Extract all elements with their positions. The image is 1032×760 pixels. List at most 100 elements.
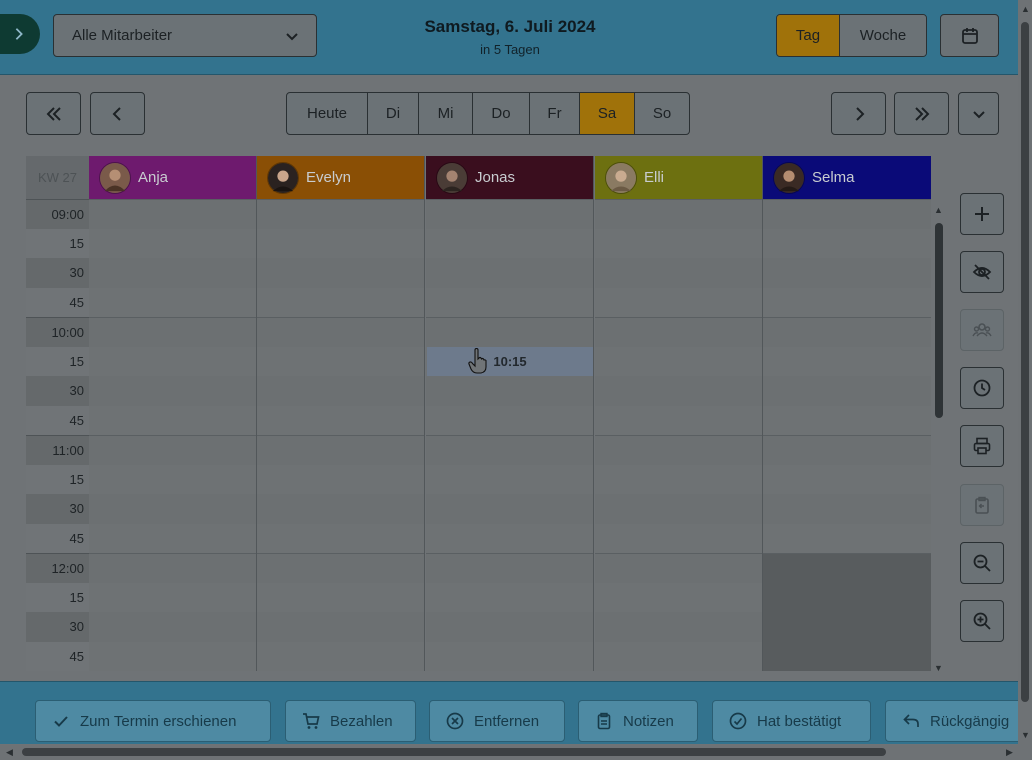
prev-day-button[interactable] <box>90 92 145 135</box>
notes-button[interactable]: Notizen <box>578 700 698 742</box>
pay-label: Bezahlen <box>330 712 393 730</box>
undo-label: Rückgängig <box>930 712 1010 730</box>
tab-heute[interactable]: Heute <box>287 93 368 134</box>
staff-header-jonas[interactable]: Jonas <box>426 156 594 199</box>
staff-column-anja[interactable] <box>89 199 257 671</box>
notes-label: Notizen <box>623 712 674 730</box>
undo-button[interactable]: Rückgängig <box>885 700 1018 742</box>
chevron-down-icon <box>286 32 298 40</box>
tab-do[interactable]: Do <box>473 93 530 134</box>
group-button[interactable] <box>960 309 1004 351</box>
staff-column-jonas[interactable] <box>426 199 594 671</box>
window-vscroll-thumb[interactable] <box>1021 22 1029 702</box>
calendar-icon <box>961 27 978 44</box>
date-subtitle: in 5 Tagen <box>480 42 540 57</box>
scroll-left-icon[interactable]: ◀ <box>6 747 13 758</box>
zoom-out-icon <box>973 554 991 572</box>
cart-icon <box>303 713 320 729</box>
day-tabs: Heute Di Mi Do Fr Sa So <box>286 92 690 135</box>
next-week-button[interactable] <box>894 92 949 135</box>
zoom-out-button[interactable] <box>960 542 1004 584</box>
confirmed-label: Hat bestätigt <box>757 712 842 730</box>
chevron-right-icon <box>855 106 864 121</box>
check-icon <box>54 716 68 727</box>
check-circle-icon <box>729 712 747 730</box>
staff-column-evelyn[interactable] <box>257 199 425 671</box>
hover-slot-indicator[interactable]: 10:15 <box>427 347 593 376</box>
pay-button[interactable]: Bezahlen <box>285 700 416 742</box>
tab-fr[interactable]: Fr <box>530 93 580 134</box>
clipboard-icon <box>597 712 611 730</box>
view-week-button[interactable]: Woche <box>840 15 926 56</box>
staff-header-anja[interactable]: Anja <box>89 156 257 199</box>
time-label: 11:00 <box>26 435 89 465</box>
zoom-in-icon <box>973 612 991 630</box>
scroll-down-icon[interactable]: ▼ <box>934 663 943 673</box>
staff-name: Anja <box>138 169 169 186</box>
scroll-down-icon[interactable]: ▼ <box>1021 730 1030 740</box>
staff-header-selma[interactable]: Selma <box>763 156 931 199</box>
view-day-button[interactable]: Tag <box>777 15 840 56</box>
scroll-right-icon[interactable]: ▶ <box>1006 747 1013 758</box>
avatar <box>99 161 131 194</box>
scroll-up-icon[interactable]: ▲ <box>934 205 943 215</box>
printer-icon <box>973 437 991 455</box>
chevron-down-icon <box>972 110 985 118</box>
avatar <box>267 161 299 194</box>
users-icon <box>972 323 992 337</box>
staff-select[interactable]: Alle Mitarbeiter <box>53 14 317 57</box>
time-button[interactable] <box>960 367 1004 409</box>
staff-column-selma[interactable] <box>763 199 931 671</box>
appeared-label: Zum Termin erschienen <box>80 712 237 730</box>
window-horizontal-scrollbar[interactable]: ◀ ▶ <box>0 745 1032 760</box>
tab-mi[interactable]: Mi <box>419 93 473 134</box>
hand-cursor-icon <box>468 348 487 374</box>
print-button[interactable] <box>960 425 1004 467</box>
remove-button[interactable]: Entfernen <box>429 700 565 742</box>
staff-header-evelyn[interactable]: Evelyn <box>257 156 425 199</box>
chevron-right-icon <box>15 28 23 40</box>
toggle-visibility-button[interactable] <box>960 251 1004 293</box>
sidebar-expand-button[interactable] <box>0 14 40 54</box>
x-circle-icon <box>446 712 464 730</box>
time-label: 10:00 <box>26 317 89 347</box>
time-label: 30 <box>26 258 89 288</box>
staff-select-value: Alle Mitarbeiter <box>72 27 173 44</box>
zoom-in-button[interactable] <box>960 600 1004 642</box>
grid-scrollbar[interactable]: ▲ ▼ <box>933 205 945 675</box>
time-label: 15 <box>26 228 89 258</box>
paste-button[interactable] <box>960 484 1004 526</box>
time-label: 45 <box>26 523 89 553</box>
more-options-button[interactable] <box>958 92 999 135</box>
eye-off-icon <box>972 264 992 280</box>
staff-column-elli[interactable] <box>595 199 763 671</box>
calendar-grid: KW 27 Anja Evelyn Jonas Elli Selma 09:00… <box>26 156 931 680</box>
time-column: 09:00 15 30 45 10:00 15 30 45 11:00 15 3… <box>26 199 89 671</box>
double-chevron-left-icon <box>46 106 61 121</box>
confirmed-button[interactable]: Hat bestätigt <box>712 700 871 742</box>
prev-week-button[interactable] <box>26 92 81 135</box>
time-label: 12:00 <box>26 553 89 583</box>
add-appointment-button[interactable] <box>960 193 1004 235</box>
time-label: 15 <box>26 346 89 376</box>
time-label: 30 <box>26 612 89 642</box>
action-footer: Zum Termin erschienen Bezahlen Entfernen… <box>0 681 1018 744</box>
appeared-button[interactable]: Zum Termin erschienen <box>35 700 271 742</box>
staff-name: Selma <box>812 169 855 186</box>
grid-scrollbar-thumb[interactable] <box>935 223 943 418</box>
window-vertical-scrollbar[interactable]: ▲ ▼ <box>1018 0 1032 745</box>
tab-so[interactable]: So <box>635 93 689 134</box>
avatar <box>605 161 637 194</box>
tab-di[interactable]: Di <box>368 93 419 134</box>
window-hscroll-thumb[interactable] <box>22 748 886 756</box>
time-label: 15 <box>26 464 89 494</box>
time-label: 45 <box>26 405 89 435</box>
calendar-picker-button[interactable] <box>940 14 999 57</box>
time-label: 45 <box>26 287 89 317</box>
next-day-button[interactable] <box>831 92 886 135</box>
time-label: 15 <box>26 582 89 612</box>
time-label: 30 <box>26 376 89 406</box>
tab-sa[interactable]: Sa <box>580 93 635 134</box>
staff-header-elli[interactable]: Elli <box>595 156 763 199</box>
scroll-up-icon[interactable]: ▲ <box>1021 4 1030 14</box>
